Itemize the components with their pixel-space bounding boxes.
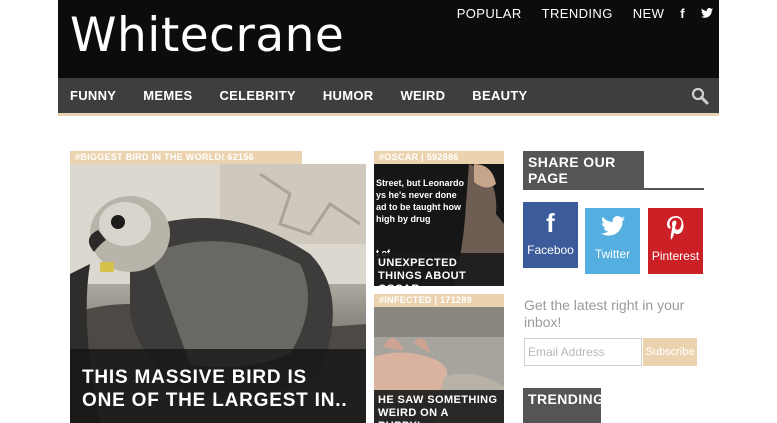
share-facebook-button[interactable]: f Faceboo — [523, 202, 578, 268]
nav-item-celebrity[interactable]: CELEBRITY — [219, 88, 295, 103]
image-text-line: high by drug — [376, 214, 431, 224]
share-facebook-label: Faceboo — [527, 243, 574, 257]
share-twitter-button[interactable]: Twitter — [585, 208, 640, 274]
nav-item-funny[interactable]: FUNNY — [70, 88, 116, 103]
facebook-icon[interactable]: f — [680, 6, 685, 21]
small-post-tag[interactable]: #OSCAR | 592886 — [374, 151, 504, 164]
email-field[interactable] — [524, 338, 642, 366]
top-link-new[interactable]: NEW — [633, 6, 665, 21]
site-logo[interactable]: Whitecrane — [70, 8, 344, 63]
small-post-oscar[interactable]: #OSCAR | 592886 Street, but Leonardo ys … — [374, 151, 504, 286]
share-pinterest-button[interactable]: Pinterest — [648, 208, 703, 274]
share-pinterest-label: Pinterest — [651, 249, 700, 263]
nav-item-humor[interactable]: HUMOR — [323, 88, 374, 103]
share-twitter-label: Twitter — [594, 247, 631, 261]
image-text-line: ad to be taught how — [376, 202, 462, 212]
top-nav: POPULAR TRENDING NEW f — [437, 6, 713, 21]
page: Whitecrane POPULAR TRENDING NEW f FUNNY … — [58, 0, 719, 423]
share-divider — [523, 188, 704, 190]
nav-item-weird[interactable]: WEIRD — [400, 88, 445, 103]
small-post-puppy[interactable]: #INFECTED | 171289 HE SAW SOMETHING WEIR… — [374, 294, 504, 423]
trending-heading: TRENDING — [523, 388, 604, 423]
newsletter-text: Get the latest right in your inbox! — [524, 297, 685, 330]
main-nav: FUNNY MEMES CELEBRITY HUMOR WEIRD BEAUTY — [58, 78, 719, 116]
nav-item-beauty[interactable]: BEAUTY — [472, 88, 527, 103]
twitter-icon[interactable] — [701, 6, 713, 21]
twitter-icon — [585, 216, 640, 241]
image-text-line: Street, but Leonardo — [376, 178, 465, 188]
facebook-icon: f — [546, 208, 555, 238]
featured-post[interactable]: #BIGGEST BIRD IN THE WORLD! 62156 THIS M… — [70, 151, 366, 423]
site-header: Whitecrane POPULAR TRENDING NEW f — [58, 0, 719, 78]
share-our-page-heading: SHARE OUR PAGE — [523, 151, 644, 188]
search-icon[interactable] — [691, 87, 709, 105]
subscribe-button[interactable]: Subscribe — [643, 338, 697, 366]
small-post-caption[interactable]: UNEXPECTED THINGS ABOUT OSCAR... — [374, 253, 504, 286]
image-text-line: ys he's never done — [376, 190, 457, 200]
small-post-tag[interactable]: #INFECTED | 171289 — [374, 294, 504, 307]
pinterest-icon — [648, 216, 703, 245]
top-link-popular[interactable]: POPULAR — [457, 6, 522, 21]
top-link-trending[interactable]: TRENDING — [542, 6, 613, 21]
featured-post-tag[interactable]: #BIGGEST BIRD IN THE WORLD! 62156 — [70, 151, 302, 164]
featured-post-caption[interactable]: THIS MASSIVE BIRD IS ONE OF THE LARGEST … — [70, 349, 366, 423]
nav-item-memes[interactable]: MEMES — [143, 88, 192, 103]
small-post-caption[interactable]: HE SAW SOMETHING WEIRD ON A PUPPY'... — [374, 390, 504, 423]
